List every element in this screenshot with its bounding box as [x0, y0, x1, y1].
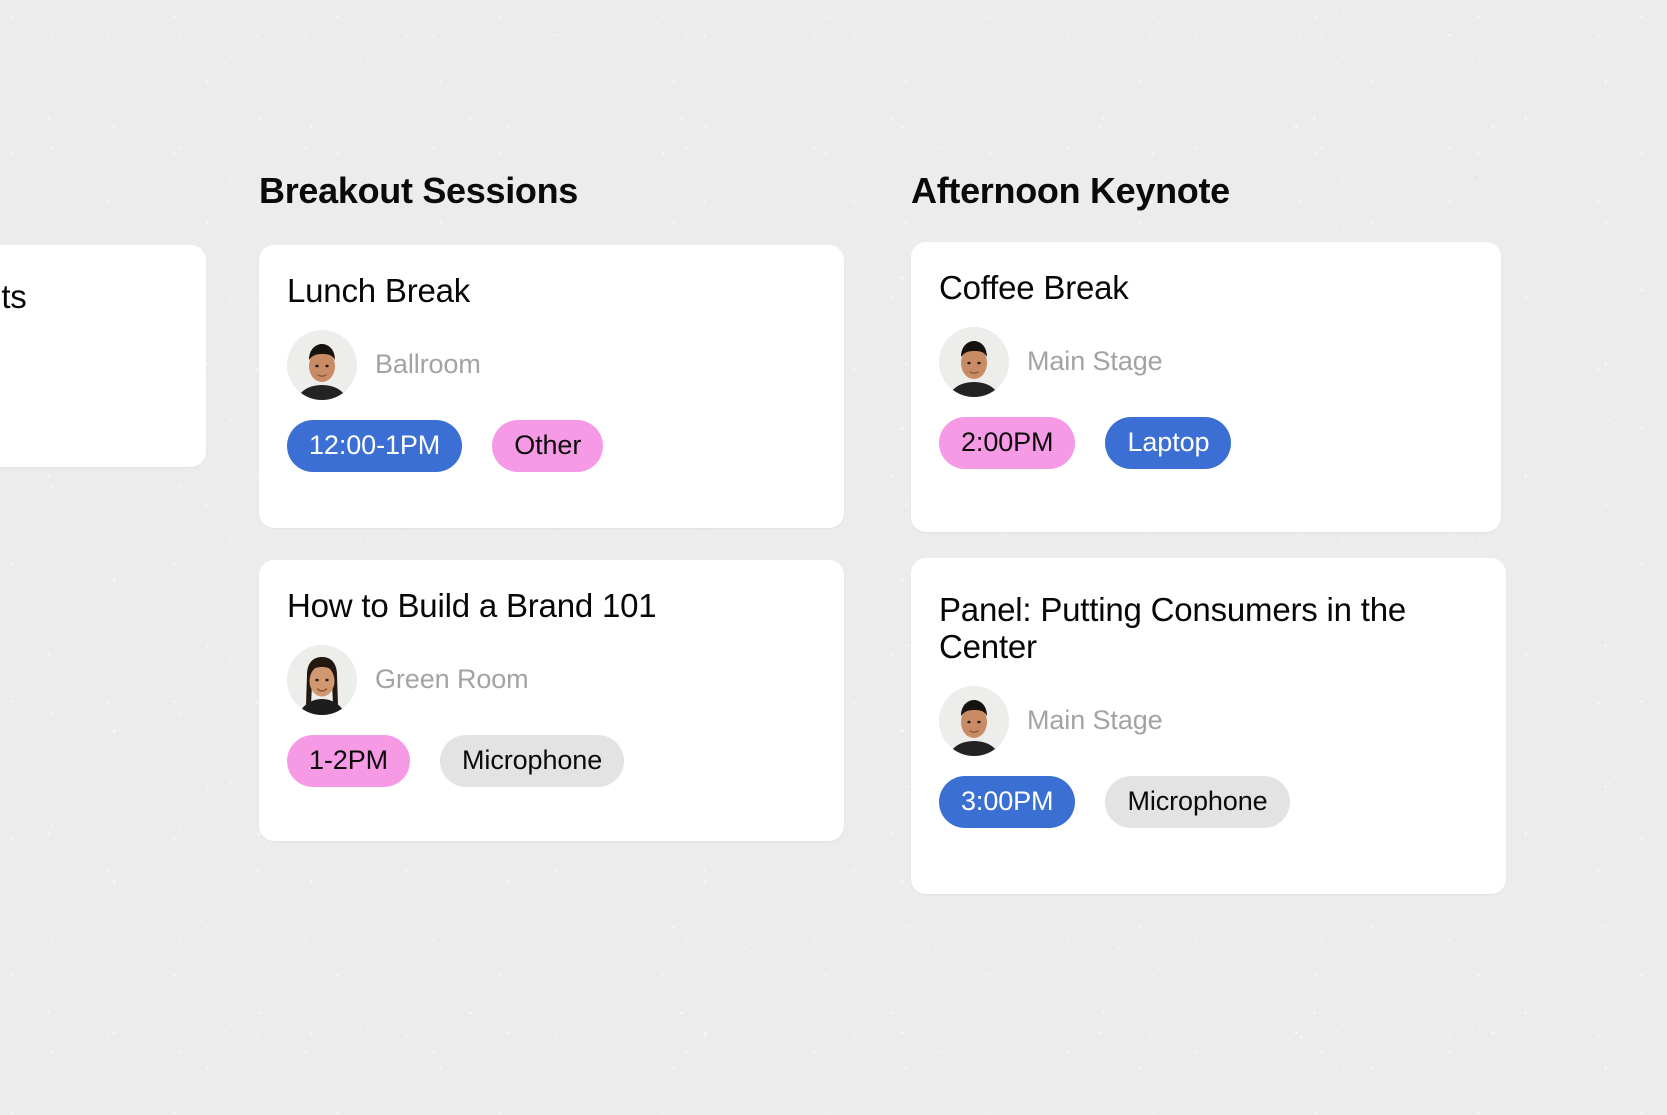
session-time-tag[interactable]: 1-2PM [287, 734, 411, 787]
session-tag-row: 1-2PM Microphone [287, 734, 816, 787]
session-time-tag[interactable]: 12:00-1PM [287, 419, 463, 472]
session-card-brand-101[interactable]: How to Build a Brand 101 Green Room 1-2P… [259, 560, 844, 841]
column-title-breakout-sessions: Breakout Sessions [259, 170, 579, 211]
session-location-row: Ballroom [287, 329, 816, 400]
male-avatar [287, 329, 357, 400]
male-avatar [939, 685, 1009, 756]
session-location-name: Main Stage [1027, 346, 1163, 377]
session-category-tag[interactable]: Other [492, 419, 604, 472]
session-card-lunch-break[interactable]: Lunch Break Ballroom 12:00-1PM Other [259, 245, 844, 528]
male-avatar [939, 326, 1009, 397]
session-location-row: Green Room [287, 644, 816, 715]
session-time-tag[interactable]: 3:00PM [939, 775, 1076, 828]
session-tag-row: 3:00PM Microphone [939, 775, 1478, 828]
schedule-board: Breakout Sessions Afternoon Keynote & Gr… [0, 0, 1667, 1115]
session-card-panel-consumers[interactable]: Panel: Putting Consumers in the Center M… [911, 558, 1506, 894]
session-equipment-tag[interactable]: Microphone [1105, 775, 1290, 828]
session-card-title: & Greets [0, 278, 27, 315]
session-card-title: Panel: Putting Consumers in the Center [939, 591, 1407, 665]
session-card-partial[interactable]: & Greets [0, 245, 206, 467]
session-card-title: Lunch Break [287, 272, 471, 309]
session-card-coffee-break[interactable]: Coffee Break Main Stage 2:00PM Laptop [911, 242, 1501, 532]
session-location-row: Main Stage [939, 685, 1478, 756]
column-title-afternoon-keynote: Afternoon Keynote [911, 170, 1230, 211]
session-tag-row: 12:00-1PM Other [287, 419, 816, 472]
session-equipment-tag[interactable]: Laptop [1105, 416, 1232, 469]
session-location-row: Main Stage [939, 326, 1473, 397]
session-location-name: Ballroom [375, 349, 481, 380]
session-card-title: Coffee Break [939, 269, 1129, 306]
session-tag-row: 2:00PM Laptop [939, 416, 1473, 469]
female-avatar [287, 644, 357, 715]
session-equipment-tag[interactable]: Microphone [440, 734, 625, 787]
session-time-tag[interactable]: 2:00PM [939, 416, 1076, 469]
session-location-name: Green Room [375, 664, 529, 695]
session-location-name: Main Stage [1027, 705, 1163, 736]
session-card-title: How to Build a Brand 101 [287, 587, 657, 624]
